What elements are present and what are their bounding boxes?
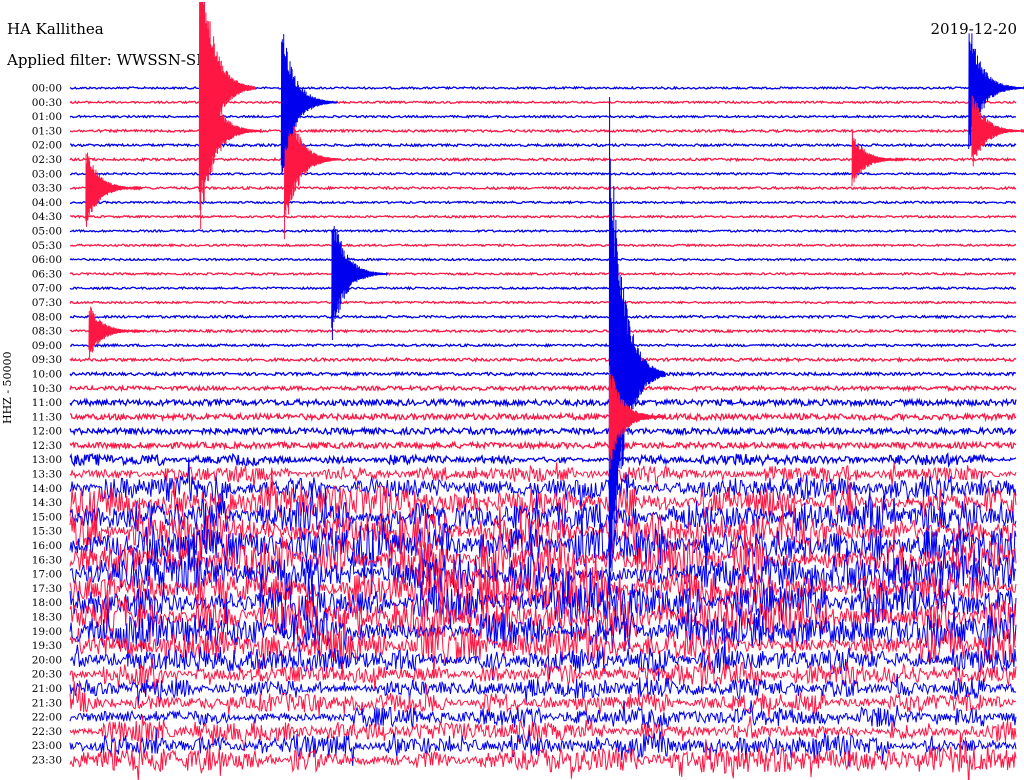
trace-row-1430	[69, 467, 1017, 541]
trace-row-0500	[69, 228, 1016, 234]
row-time-label: 11:00	[32, 397, 62, 409]
trace-row-1000	[69, 370, 1016, 378]
row-time-label: 06:00	[32, 254, 62, 266]
row-time-label: 16:30	[32, 554, 62, 566]
helicorder-chart: 00:00 00:30 01:00 01:30 02:00 02:30 03:00 03:30…	[32, 1, 1024, 780]
event-burst	[88, 306, 146, 358]
trace-row-2200	[69, 700, 1017, 730]
row-time-label: 23:00	[32, 740, 62, 752]
row-time-label: 15:00	[32, 511, 62, 523]
row-time-label: 09:30	[32, 354, 62, 366]
row-time-label: 23:30	[32, 755, 62, 767]
row-time-label: 22:30	[32, 726, 62, 738]
trace-row-0400	[70, 200, 1017, 205]
trace-row-0430	[69, 214, 1017, 219]
row-time-label: 01:30	[32, 125, 62, 137]
trace-row-0600	[69, 257, 1017, 262]
row-time-label: 07:00	[32, 283, 62, 295]
trace-row-1930	[69, 605, 1017, 680]
row-time-label: 10:00	[32, 368, 62, 380]
row-time-label: 17:00	[32, 569, 62, 581]
trace-row-1100	[69, 397, 1017, 408]
row-time-label: 15:30	[32, 526, 62, 538]
trace-row-0730	[69, 300, 1017, 305]
row-time-label: 04:30	[32, 211, 62, 223]
trace-row-0900	[69, 342, 1016, 348]
row-time-label: 06:30	[32, 268, 62, 280]
row-time-label: 10:30	[32, 383, 62, 395]
trace-row-0800	[69, 314, 1017, 320]
row-time-label: 16:00	[32, 540, 62, 552]
row-time-label: 00:30	[32, 97, 62, 109]
row-time-label: 11:30	[32, 411, 62, 423]
row-time-label: 12:00	[32, 426, 62, 438]
row-time-label: 22:00	[32, 712, 62, 724]
event-burst	[851, 131, 909, 187]
row-time-label: 03:30	[32, 183, 62, 195]
row-time-label: 18:30	[32, 612, 62, 624]
row-time-label: 17:30	[32, 583, 62, 595]
row-time-label: 14:30	[32, 497, 62, 509]
row-time-label: 13:00	[32, 454, 62, 466]
trace-row-0330	[69, 185, 1017, 191]
trace-row-0630	[69, 271, 1017, 277]
trace-row-0930	[69, 356, 1017, 364]
row-time-label: 14:00	[32, 483, 62, 495]
row-time-label: 00:00	[32, 83, 62, 95]
event-burst	[331, 225, 389, 341]
trace-row-0830	[69, 328, 1017, 334]
row-time-label: 09:00	[32, 340, 62, 352]
row-time-label: 04:00	[32, 197, 62, 209]
row-time-label: 18:00	[32, 597, 62, 609]
trace-row-1130	[69, 411, 1017, 423]
row-time-label: 20:30	[32, 669, 62, 681]
row-time-label: 05:00	[32, 225, 62, 237]
trace-row-0700	[69, 285, 1017, 291]
row-time-label: 07:30	[32, 297, 62, 309]
row-time-label: 02:00	[32, 140, 62, 152]
row-time-label: 02:30	[32, 154, 62, 166]
row-time-label: 12:30	[32, 440, 62, 452]
row-time-label: 20:00	[32, 654, 62, 666]
row-time-label: 19:30	[32, 640, 62, 652]
trace-row-0530	[69, 243, 1016, 248]
row-time-label: 08:00	[32, 311, 62, 323]
row-time-label: 21:00	[32, 683, 62, 695]
row-time-label: 19:00	[32, 626, 62, 638]
row-time-label: 01:00	[32, 111, 62, 123]
trace-row-1300	[69, 452, 1017, 469]
row-time-label: 05:30	[32, 240, 62, 252]
trace-row-1200	[69, 425, 1017, 437]
trace-row-1030	[69, 383, 1017, 393]
row-time-label: 13:30	[32, 469, 62, 481]
row-time-label: 08:30	[32, 326, 62, 338]
trace-row-1230	[69, 439, 1017, 451]
trace-row-0300	[70, 171, 1017, 176]
row-time-label: 03:00	[32, 168, 62, 180]
row-time-label: 21:30	[32, 697, 62, 709]
